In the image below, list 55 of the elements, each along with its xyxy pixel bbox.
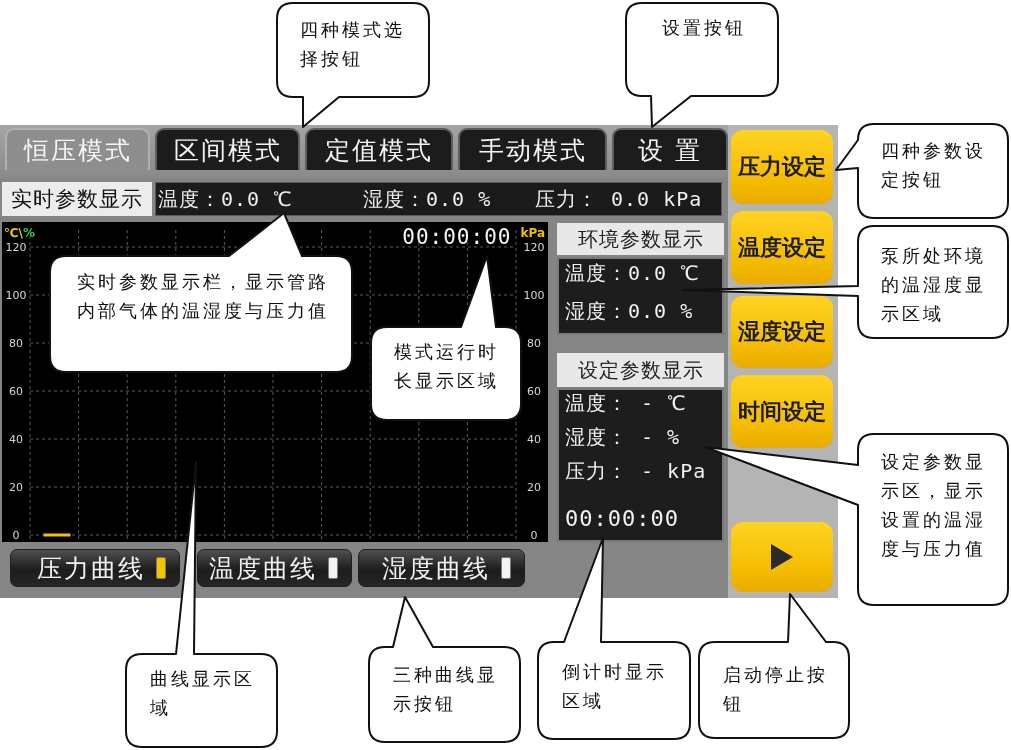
- reading-text: 温度：0.0 ℃: [158, 187, 293, 211]
- reading-text: 湿度：0.0 %: [363, 187, 492, 211]
- play-button[interactable]: [731, 522, 833, 592]
- axis-label: 100: [523, 289, 545, 302]
- callout-text: 泵所处环境的温湿度显示区域: [881, 245, 987, 326]
- callout-text: 设置按钮: [662, 17, 747, 40]
- reading-text: 压力： 0.0 kPa: [535, 187, 703, 211]
- countdown-timer: 00:00:00: [565, 507, 679, 531]
- callout-text: 设定参数显示区，显示设置的温湿度与压力值: [881, 451, 987, 561]
- curve-line: [43, 533, 71, 537]
- reading-text: 温度： - ℃: [565, 390, 687, 416]
- reading-text: 湿度：0.0 %: [565, 298, 694, 325]
- axis-label: 80: [527, 337, 541, 350]
- setting-button[interactable]: 温度设定: [731, 211, 833, 284]
- curve-button[interactable]: 湿度曲线: [358, 549, 525, 587]
- axis-label: 40: [527, 433, 541, 446]
- setting-button[interactable]: 压力设定: [731, 130, 833, 204]
- callout-text: 曲线显示区域: [150, 668, 256, 720]
- mode-tab[interactable]: 手动模式: [458, 128, 607, 170]
- mode-tab[interactable]: 定值模式: [305, 128, 453, 170]
- panel-title: 设定参数显示: [557, 353, 724, 387]
- callout-text: 实时参数显示栏，显示管路内部气体的温湿度与压力值: [77, 271, 330, 323]
- panel-title: 环境参数显示: [557, 223, 724, 255]
- unit-label: %: [22, 226, 35, 240]
- callout-text: 启动停止按钮: [723, 664, 829, 716]
- mode-tab[interactable]: 设 置: [612, 128, 728, 170]
- axis-label: 60: [527, 385, 541, 398]
- setting-button[interactable]: 时间设定: [731, 375, 833, 448]
- setting-button[interactable]: 湿度设定: [731, 296, 833, 368]
- unit-label: ℃\: [4, 226, 23, 240]
- curve-button[interactable]: 温度曲线: [197, 549, 352, 587]
- mode-tab[interactable]: 区间模式: [155, 128, 300, 170]
- curve-button[interactable]: 压力曲线: [10, 549, 180, 587]
- axis-label: 0: [12, 529, 20, 542]
- realtime-bar-title: 实时参数显示: [2, 182, 152, 216]
- axis-label: 20: [9, 481, 23, 494]
- axis-label: 40: [9, 433, 23, 446]
- play-icon: [771, 544, 793, 570]
- unit-label: kPa: [520, 226, 545, 240]
- callout-text: 四种参数设定按钮: [881, 140, 987, 192]
- axis-label: 120: [5, 241, 27, 254]
- axis-label: 120: [523, 241, 545, 254]
- callout-text: 四种模式选择按钮: [300, 19, 406, 71]
- axis-label: 20: [527, 481, 541, 494]
- axis-label: 100: [5, 289, 27, 302]
- callout-text: 倒计时显示区域: [562, 661, 668, 713]
- reading-text: 压力： - kPa: [565, 458, 707, 484]
- axis-label: 80: [9, 337, 23, 350]
- axis-label: 0: [530, 529, 538, 542]
- callout-text: 三种曲线显示按钮: [393, 664, 499, 716]
- run-timer: 00:00:00: [402, 226, 512, 248]
- reading-text: 湿度： - %: [565, 424, 681, 450]
- reading-text: 温度：0.0 ℃: [565, 260, 700, 287]
- axis-label: 60: [9, 385, 23, 398]
- callout-text: 模式运行时长显示区域: [394, 341, 500, 393]
